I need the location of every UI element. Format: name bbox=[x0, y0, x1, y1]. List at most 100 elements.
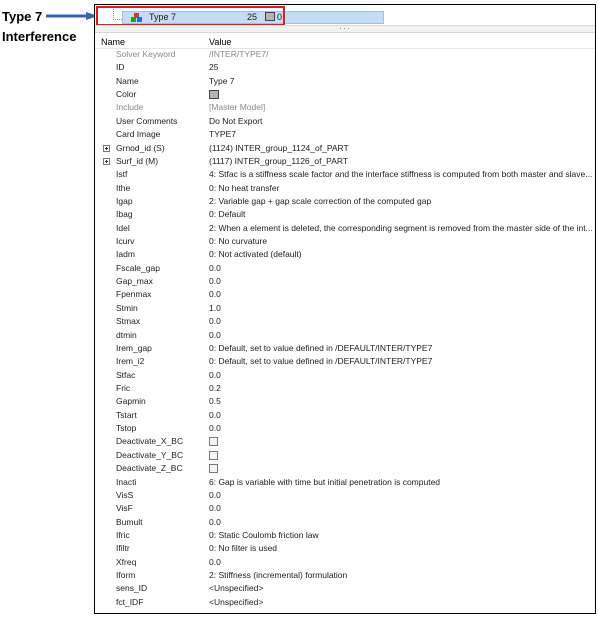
property-row[interactable]: Stmax 0.0 bbox=[95, 315, 595, 328]
property-row[interactable]: Irem_i2 0: Default, set to value defined … bbox=[95, 355, 595, 368]
property-name: ID bbox=[116, 62, 125, 73]
property-value[interactable]: 0: Default, set to value defined in /DEF… bbox=[209, 355, 593, 368]
property-row[interactable]: Bumult 0.0 bbox=[95, 516, 595, 529]
expand-icon[interactable] bbox=[103, 157, 110, 165]
property-value[interactable]: Do Not Export bbox=[209, 115, 593, 128]
property-name: Bumult bbox=[116, 516, 143, 527]
expand-icon[interactable] bbox=[103, 144, 110, 152]
property-value[interactable]: 0.0 bbox=[209, 315, 593, 328]
property-row[interactable]: Deactivate_Z_BC bbox=[95, 462, 595, 475]
property-value[interactable]: 25 bbox=[209, 61, 593, 74]
property-value[interactable]: 0.0 bbox=[209, 422, 593, 435]
property-value[interactable] bbox=[209, 449, 593, 462]
property-row[interactable]: Ithe 0: No heat transfer bbox=[95, 182, 595, 195]
property-row[interactable]: fct_IDF <Unspecified> bbox=[95, 596, 595, 609]
property-row[interactable]: Tstop 0.0 bbox=[95, 422, 595, 435]
checkbox[interactable] bbox=[209, 437, 218, 447]
property-row[interactable]: Fscale_gap 0.0 bbox=[95, 262, 595, 275]
property-value[interactable]: 0.0 bbox=[209, 516, 593, 529]
property-row[interactable]: VisF 0.0 bbox=[95, 502, 595, 515]
property-value[interactable]: 0: No filter is used bbox=[209, 542, 593, 555]
property-value[interactable]: 0.0 bbox=[209, 409, 593, 422]
property-row[interactable]: Surf_id (M) (1117) INTER_group_1126_of_PA… bbox=[95, 155, 595, 168]
property-row[interactable]: Idel 2: When a element is deleted, the co… bbox=[95, 222, 595, 235]
property-value[interactable]: 0.0 bbox=[209, 369, 593, 382]
property-value[interactable]: 0: No curvature bbox=[209, 235, 593, 248]
property-name: dtmin bbox=[116, 329, 137, 340]
property-value[interactable]: <Unspecified> bbox=[209, 582, 593, 595]
property-row[interactable]: Iform 2: Stiffness (incremental) formulat… bbox=[95, 569, 595, 582]
property-value[interactable]: 0.0 bbox=[209, 329, 593, 342]
property-row[interactable]: Deactivate_Y_BC bbox=[95, 449, 595, 462]
property-row[interactable]: Fpenmax 0.0 bbox=[95, 288, 595, 301]
splitter-grip-icon[interactable]: ··· bbox=[339, 23, 351, 33]
property-value[interactable]: 0: Not activated (default) bbox=[209, 248, 593, 261]
property-row[interactable]: Stmin 1.0 bbox=[95, 302, 595, 315]
property-value[interactable]: 6: Gap is variable with time but initial… bbox=[209, 476, 593, 489]
property-row[interactable]: Gapmin 0.5 bbox=[95, 395, 595, 408]
property-name: Fpenmax bbox=[116, 289, 152, 300]
property-value[interactable]: 0.0 bbox=[209, 502, 593, 515]
property-row[interactable]: Inacti 6: Gap is variable with time but i… bbox=[95, 476, 595, 489]
property-value[interactable]: 0.2 bbox=[209, 382, 593, 395]
property-value[interactable]: (1117) INTER_group_1126_of_PART bbox=[209, 155, 593, 168]
property-value[interactable]: Type 7 bbox=[209, 75, 593, 88]
property-row[interactable]: VisS 0.0 bbox=[95, 489, 595, 502]
property-value[interactable]: (1124) INTER_group_1124_of_PART bbox=[209, 142, 593, 155]
property-value[interactable]: 0.0 bbox=[209, 262, 593, 275]
property-row[interactable]: Istf 4: Stfac is a stiffness scale factor… bbox=[95, 168, 595, 181]
property-value[interactable]: 0.0 bbox=[209, 275, 593, 288]
property-value[interactable]: 0: No heat transfer bbox=[209, 182, 593, 195]
property-value[interactable]: 0.0 bbox=[209, 556, 593, 569]
property-name: Surf_id (M) bbox=[116, 155, 159, 166]
property-row[interactable]: Ifric 0: Static Coulomb friction law bbox=[95, 529, 595, 542]
property-value[interactable] bbox=[209, 88, 593, 101]
checkbox[interactable] bbox=[209, 463, 218, 473]
property-row[interactable]: Icurv 0: No curvature bbox=[95, 235, 595, 248]
property-value[interactable]: /INTER/TYPE7/ bbox=[209, 48, 593, 61]
property-value[interactable]: 2: Stiffness (incremental) formulation bbox=[209, 569, 593, 582]
property-row[interactable]: Xfreq 0.0 bbox=[95, 556, 595, 569]
property-row[interactable]: Stfac 0.0 bbox=[95, 369, 595, 382]
property-value[interactable]: 2: Variable gap + gap scale correction o… bbox=[209, 195, 593, 208]
property-row[interactable]: Include [Master Model] bbox=[95, 101, 595, 114]
property-value[interactable] bbox=[209, 462, 593, 475]
property-value[interactable] bbox=[209, 435, 593, 448]
property-value[interactable]: 0: Static Coulomb friction law bbox=[209, 529, 593, 542]
header-name[interactable]: Name bbox=[101, 36, 125, 48]
property-row[interactable]: Color bbox=[95, 88, 595, 101]
annotation-arrow-icon bbox=[46, 12, 98, 20]
property-value[interactable]: [Master Model] bbox=[209, 101, 593, 114]
property-row[interactable]: dtmin 0.0 bbox=[95, 329, 595, 342]
property-row[interactable]: User Comments Do Not Export bbox=[95, 115, 595, 128]
property-value[interactable]: 0: Default, set to value defined in /DEF… bbox=[209, 342, 593, 355]
property-row[interactable]: Igap 2: Variable gap + gap scale correcti… bbox=[95, 195, 595, 208]
property-row[interactable]: Deactivate_X_BC bbox=[95, 435, 595, 448]
property-row[interactable]: Irem_gap 0: Default, set to value defined… bbox=[95, 342, 595, 355]
property-row[interactable]: Tstart 0.0 bbox=[95, 409, 595, 422]
property-row[interactable]: Ifiltr 0: No filter is used bbox=[95, 542, 595, 555]
property-row[interactable]: Card Image TYPE7 bbox=[95, 128, 595, 141]
property-value[interactable]: 0: Default bbox=[209, 208, 593, 221]
property-value[interactable]: 0.0 bbox=[209, 288, 593, 301]
property-row[interactable]: sens_ID <Unspecified> bbox=[95, 582, 595, 595]
property-row[interactable]: ID 25 bbox=[95, 61, 595, 74]
property-value[interactable]: TYPE7 bbox=[209, 128, 593, 141]
property-row[interactable]: Iadm 0: Not activated (default) bbox=[95, 248, 595, 261]
property-row[interactable]: Name Type 7 bbox=[95, 75, 595, 88]
property-value[interactable]: 1.0 bbox=[209, 302, 593, 315]
property-row[interactable]: Solver Keyword/INTER/TYPE7/ bbox=[95, 48, 595, 61]
checkbox[interactable] bbox=[209, 450, 218, 460]
property-value[interactable]: <Unspecified> bbox=[209, 596, 593, 609]
property-value[interactable]: 0.5 bbox=[209, 395, 593, 408]
property-row[interactable]: Grnod_id (S) (1124) INTER_group_1124_of_P… bbox=[95, 142, 595, 155]
property-row[interactable]: Gap_max 0.0 bbox=[95, 275, 595, 288]
property-row[interactable]: Ibag 0: Default bbox=[95, 208, 595, 221]
property-row[interactable]: Fric 0.2 bbox=[95, 382, 595, 395]
property-value[interactable]: 0.0 bbox=[209, 489, 593, 502]
color-swatch[interactable] bbox=[209, 89, 219, 99]
panel-splitter[interactable]: ··· bbox=[95, 23, 595, 33]
header-value[interactable]: Value bbox=[209, 36, 231, 48]
property-value[interactable]: 4: Stfac is a stiffness scale factor and… bbox=[209, 168, 593, 181]
property-value[interactable]: 2: When a element is deleted, the corres… bbox=[209, 222, 593, 235]
